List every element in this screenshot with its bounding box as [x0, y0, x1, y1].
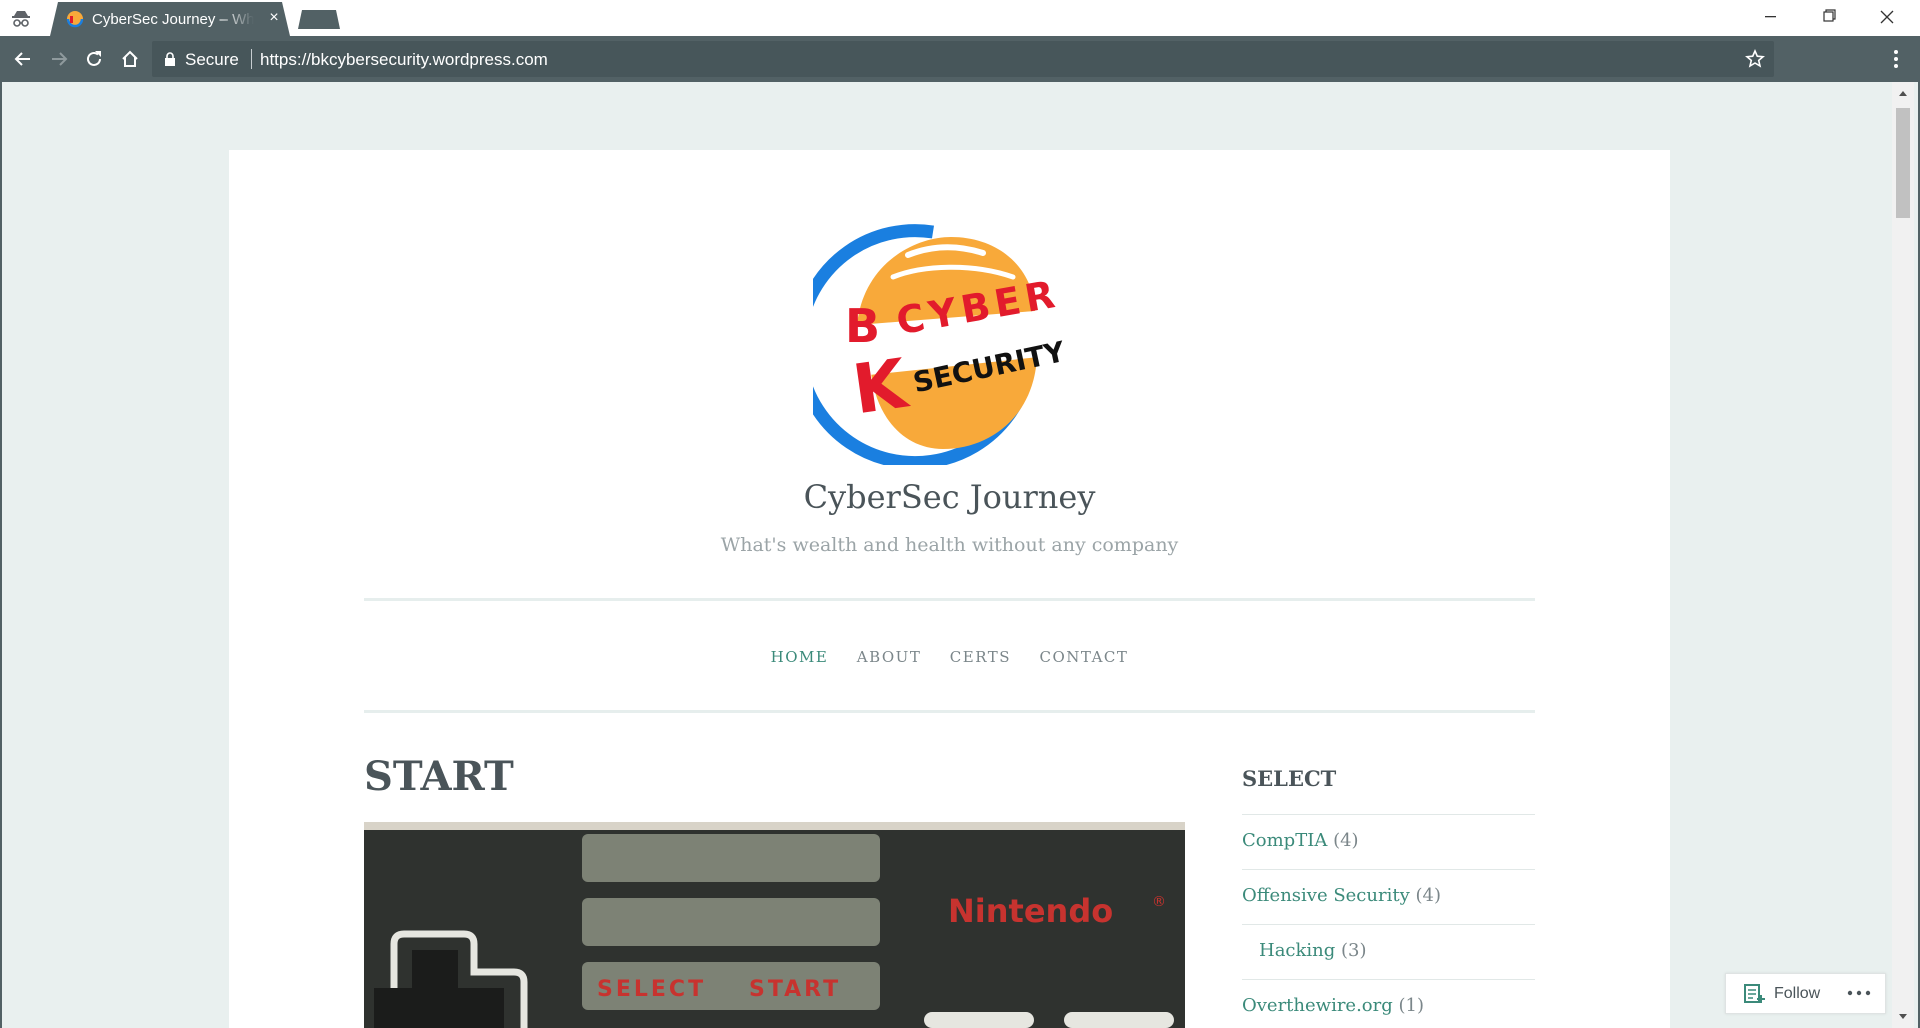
address-bar[interactable]: Secure https://bkcybersecurity.wordpress… [152, 41, 1774, 77]
category-count: (3) [1341, 940, 1367, 961]
more-icon[interactable] [1844, 981, 1874, 1005]
sidebar-widget-title: SELECT [1242, 766, 1337, 791]
home-icon[interactable] [117, 46, 143, 72]
category-count: (4) [1415, 885, 1441, 906]
star-icon[interactable] [1744, 48, 1766, 70]
tab-title: CyberSec Journey – What's wealth and hea… [92, 11, 254, 28]
nav-item-about[interactable]: ABOUT [857, 648, 922, 666]
close-window-icon[interactable] [1858, 0, 1916, 34]
reload-icon[interactable] [81, 46, 107, 72]
list-item: Overthewire.org (1) [1242, 979, 1535, 1028]
nav-item-certs[interactable]: CERTS [950, 648, 1011, 666]
lock-icon [165, 52, 175, 66]
favicon-icon [66, 11, 84, 28]
category-count: (4) [1333, 830, 1359, 851]
featured-image[interactable]: SELECT START Nintendo ® [364, 822, 1185, 1028]
brand-label: Nintendo [948, 892, 1113, 930]
category-count: (1) [1398, 995, 1425, 1016]
site-logo[interactable]: B CYBER K SECURITY [813, 215, 1065, 465]
post-title[interactable]: START [364, 753, 514, 800]
nav-item-contact[interactable]: CONTACT [1039, 648, 1128, 666]
page-scrollbar[interactable] [1892, 82, 1914, 1028]
minimize-icon[interactable] [1742, 0, 1800, 34]
close-icon[interactable]: × [264, 8, 284, 28]
category-link[interactable]: Offensive Security [1242, 885, 1410, 906]
select-label: SELECT [597, 977, 706, 1002]
address-separator [251, 49, 252, 69]
list-item: Offensive Security (4) [1242, 869, 1535, 924]
list-item: Hacking (3) [1242, 924, 1535, 979]
follow-label: Follow [1774, 985, 1821, 1002]
category-link[interactable]: CompTIA [1242, 830, 1327, 851]
back-icon[interactable] [10, 46, 36, 72]
category-link[interactable]: Hacking [1259, 940, 1335, 961]
maximize-icon[interactable] [1800, 0, 1858, 34]
start-label: START [749, 977, 841, 1002]
registered-mark: ® [1152, 894, 1166, 910]
title-bar: CyberSec Journey – What's wealth and hea… [0, 0, 1920, 36]
forward-icon[interactable] [46, 46, 72, 72]
site-card: B CYBER K SECURITY CyberSec Journey What… [229, 150, 1670, 1028]
category-list: CompTIA (4) Offensive Security (4) Hacki… [1242, 814, 1535, 1028]
nes-controller-illustration: SELECT START Nintendo ® [364, 822, 1185, 1028]
scrollbar-thumb[interactable] [1896, 108, 1910, 218]
nav-divider [364, 710, 1535, 713]
browser-toolbar: Secure https://bkcybersecurity.wordpress… [0, 36, 1920, 82]
header-divider [364, 598, 1535, 601]
site-title[interactable]: CyberSec Journey [229, 478, 1670, 516]
follow-icon [1744, 984, 1765, 1003]
scroll-down-icon[interactable] [1892, 1010, 1914, 1024]
follow-button[interactable]: Follow [1725, 973, 1886, 1014]
new-tab-button[interactable] [298, 10, 340, 29]
url-text[interactable]: https://bkcybersecurity.wordpress.com [260, 50, 548, 70]
category-link[interactable]: Overthewire.org [1242, 995, 1393, 1016]
nav-item-home[interactable]: HOME [771, 648, 829, 666]
logo-letter-b: B [845, 299, 880, 353]
site-tagline: What's wealth and health without any com… [720, 534, 1179, 556]
list-item: CompTIA (4) [1242, 814, 1535, 869]
main-nav: HOME ABOUT CERTS CONTACT [229, 648, 1670, 667]
security-label: Secure [185, 50, 239, 69]
page-viewport: B CYBER K SECURITY CyberSec Journey What… [0, 82, 1920, 1028]
scroll-up-icon[interactable] [1892, 86, 1914, 100]
menu-icon[interactable] [1884, 46, 1908, 72]
incognito-icon [12, 11, 30, 27]
browser-tab[interactable]: CyberSec Journey – What's wealth and hea… [50, 2, 290, 36]
